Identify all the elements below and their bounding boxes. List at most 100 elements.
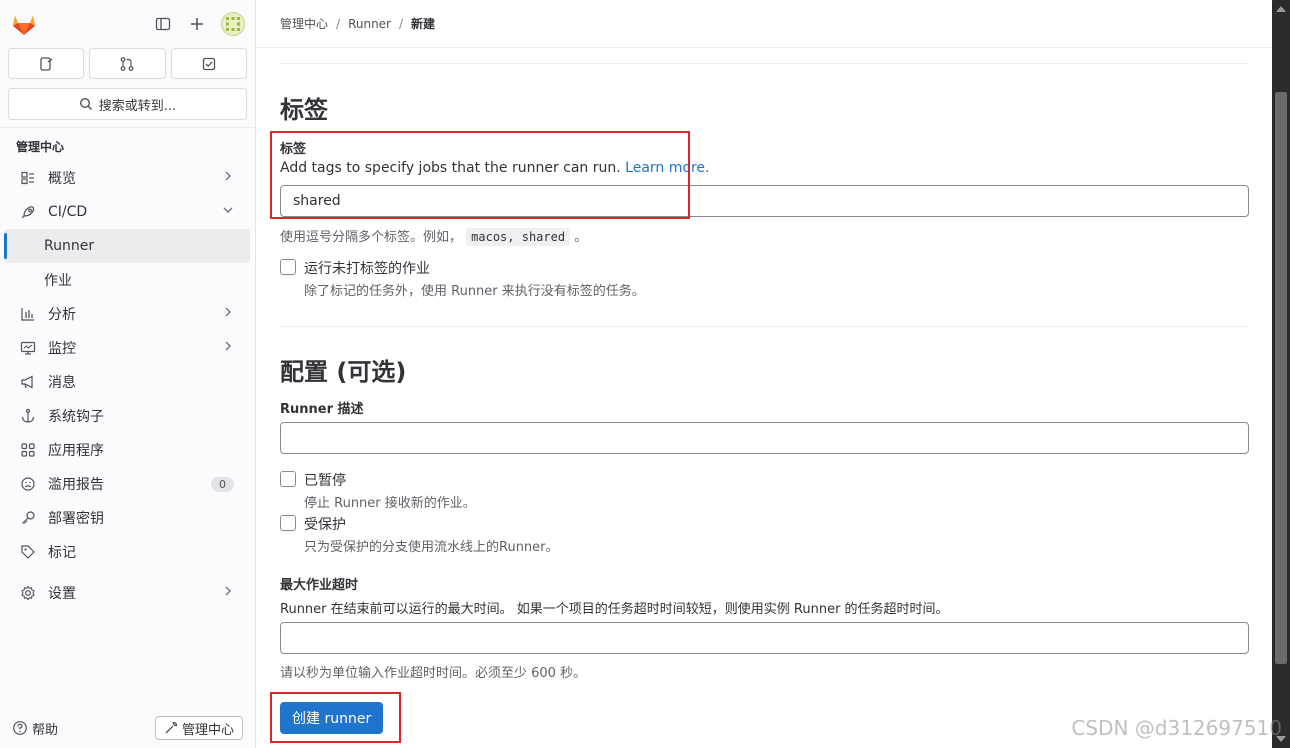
tags-hint-prefix: 使用逗号分隔多个标签。例如，	[280, 230, 463, 245]
config-section-title: 配置 (可选)	[280, 358, 407, 386]
quick-actions	[0, 48, 255, 79]
max-timeout-label: 最大作业超时	[280, 578, 359, 593]
tags-hint-example: macos, shared	[466, 228, 571, 246]
scrollbar[interactable]	[1272, 0, 1290, 748]
sidebar-footer: 帮助 管理中心	[0, 708, 255, 748]
breadcrumb-separator: /	[336, 16, 341, 31]
runner-description-input[interactable]	[280, 422, 1249, 454]
max-timeout-help: 请以秒为单位输入作业超时时间。必须至少 600 秒。	[280, 666, 587, 681]
sidebar: 搜索或转到... 管理中心 概览 CI/CD Runner 作业 分析 监控 消…	[0, 0, 256, 748]
count-badge: 0	[211, 476, 234, 492]
scroll-up-icon[interactable]	[1276, 6, 1286, 12]
highlight-box	[270, 131, 690, 219]
run-untagged-label[interactable]: 运行未打标签的作业	[304, 258, 430, 278]
sidebar-item-label: 系统钩子	[48, 409, 104, 425]
run-untagged-checkbox[interactable]	[280, 259, 296, 275]
sidebar-item-label: 部署密钥	[48, 511, 104, 527]
plus-icon[interactable]	[187, 14, 207, 34]
section-divider	[280, 326, 1248, 327]
search-button[interactable]: 搜索或转到...	[8, 88, 247, 120]
help-label: 帮助	[32, 722, 59, 738]
sidebar-item-label: Runner	[44, 238, 95, 254]
sidebar-item-label: 应用程序	[48, 443, 104, 459]
tags-hint-suffix: 。	[574, 230, 588, 245]
gear-icon	[20, 585, 36, 601]
sidebar-item-label: 消息	[48, 375, 76, 391]
run-untagged-help: 除了标记的任务外，使用 Runner 来执行没有标签的任务。	[304, 284, 645, 299]
chevron-down-icon	[222, 204, 234, 220]
sidebar-item-label: 作业	[44, 273, 72, 289]
help-button[interactable]: 帮助	[12, 719, 58, 738]
protected-checkbox[interactable]	[280, 515, 296, 531]
tags-section-title: 标签	[280, 96, 328, 124]
abuse-icon	[20, 476, 36, 492]
sidebar-item-runner[interactable]: Runner	[4, 229, 250, 263]
chart-icon	[20, 306, 36, 322]
breadcrumb-separator: /	[399, 16, 404, 31]
sidebar-item-system-hooks[interactable]: 系统钩子	[4, 399, 250, 433]
protected-label[interactable]: 受保护	[304, 514, 346, 534]
breadcrumb: 管理中心 / Runner / 新建	[256, 0, 1272, 48]
tags-hint: 使用逗号分隔多个标签。例如， macos, shared 。	[280, 226, 588, 246]
sidebar-item-messages[interactable]: 消息	[4, 365, 250, 399]
sidebar-item-jobs[interactable]: 作业	[4, 263, 250, 297]
rocket-icon	[20, 204, 36, 220]
section-divider	[280, 63, 1248, 64]
sidebar-item-abuse-reports[interactable]: 滥用报告 0	[4, 467, 250, 501]
key-icon	[20, 510, 36, 526]
protected-help: 只为受保护的分支使用流水线上的Runner。	[304, 540, 559, 555]
runner-description-label: Runner 描述	[280, 402, 364, 417]
sidebar-item-cicd[interactable]: CI/CD	[4, 195, 250, 229]
overview-icon	[20, 170, 36, 186]
max-timeout-description: Runner 在结束前可以运行的最大时间。 如果一个项目的任务超时时间较短，则使…	[280, 602, 949, 617]
help-icon	[13, 721, 27, 735]
chevron-right-icon	[222, 170, 234, 186]
wrench-icon	[165, 721, 178, 734]
paused-option: 已暂停 停止 Runner 接收新的作业。	[280, 470, 476, 511]
merge-requests-button[interactable]	[89, 48, 166, 79]
paused-help: 停止 Runner 接收新的作业。	[304, 496, 476, 511]
sidebar-item-deploy-keys[interactable]: 部署密钥	[4, 501, 250, 535]
sidebar-item-label: 标记	[48, 545, 76, 561]
sidebar-item-analytics[interactable]: 分析	[4, 297, 250, 331]
sidebar-header	[0, 0, 255, 48]
max-timeout-input[interactable]	[280, 622, 1249, 654]
sidebar-toggle-icon[interactable]	[153, 14, 173, 34]
run-untagged-option: 运行未打标签的作业 除了标记的任务外，使用 Runner 来执行没有标签的任务。	[280, 258, 645, 299]
sidebar-item-label: CI/CD	[48, 204, 88, 220]
breadcrumb-runner[interactable]: Runner	[348, 17, 391, 31]
issues-icon	[40, 56, 53, 71]
scrollbar-thumb[interactable]	[1275, 92, 1287, 664]
monitor-icon	[20, 340, 36, 356]
bullhorn-icon	[20, 374, 36, 390]
breadcrumb-current: 新建	[411, 17, 436, 31]
sidebar-item-labels[interactable]: 标记	[4, 535, 250, 569]
search-label: 搜索或转到...	[98, 98, 177, 114]
chevron-right-icon	[222, 585, 234, 601]
sidebar-item-label: 概览	[48, 171, 76, 187]
sidebar-item-label: 滥用报告	[48, 477, 104, 493]
chevron-right-icon	[222, 306, 234, 322]
todos-button[interactable]	[170, 48, 247, 79]
search-icon	[79, 97, 92, 110]
paused-label[interactable]: 已暂停	[304, 470, 346, 490]
issues-button[interactable]	[8, 48, 85, 79]
breadcrumb-admin[interactable]: 管理中心	[280, 15, 328, 32]
admin-area-button[interactable]: 管理中心	[154, 716, 243, 740]
sidebar-item-label: 分析	[48, 307, 76, 323]
todo-icon	[202, 57, 215, 70]
sidebar-item-overview[interactable]: 概览	[4, 161, 250, 195]
main-content: 管理中心 / Runner / 新建 标签 标签 Add tags to spe…	[256, 0, 1272, 748]
merge-request-icon	[121, 56, 134, 71]
sidebar-item-applications[interactable]: 应用程序	[4, 433, 250, 467]
watermark: CSDN @d312697510	[1071, 716, 1282, 740]
paused-checkbox[interactable]	[280, 471, 296, 487]
sidebar-item-label: 监控	[48, 341, 76, 357]
admin-area-label: 管理中心	[181, 722, 234, 738]
sidebar-item-monitoring[interactable]: 监控	[4, 331, 250, 365]
gitlab-logo-icon[interactable]	[10, 10, 38, 38]
protected-option: 受保护 只为受保护的分支使用流水线上的Runner。	[280, 514, 559, 555]
anchor-icon	[20, 408, 36, 424]
avatar[interactable]	[221, 12, 245, 36]
sidebar-item-settings[interactable]: 设置	[4, 576, 250, 610]
